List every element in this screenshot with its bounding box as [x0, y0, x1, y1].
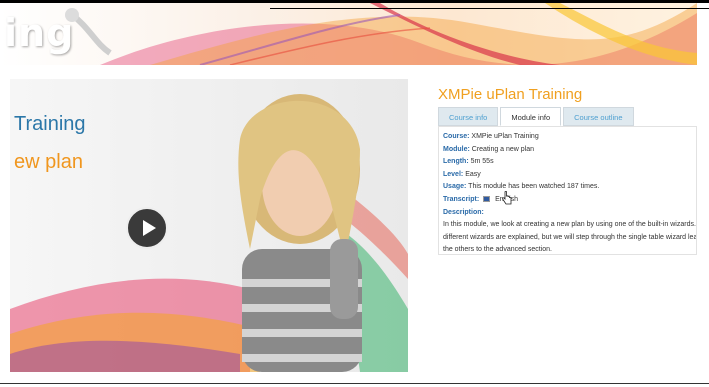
description-text: In this module, we look at creating a ne…	[443, 221, 697, 254]
banner-swirl-art	[65, 3, 697, 65]
level-label: Level:	[443, 170, 464, 178]
tab-module-info[interactable]: Module info	[500, 107, 562, 126]
hand-cursor-icon	[502, 191, 512, 205]
level-row: Level: Easy	[443, 169, 692, 182]
module-label: Module:	[443, 145, 470, 153]
banner-title: ing	[4, 11, 75, 55]
tab-course-outline[interactable]: Course outline	[563, 107, 634, 126]
video-player[interactable]: Training ew plan	[10, 79, 408, 372]
transcript-label: Transcript:	[443, 195, 480, 203]
course-value: XMPie uPlan Training	[471, 133, 539, 140]
usage-value: This module has been watched 187 times.	[468, 183, 600, 191]
length-row: Length: 5m 55s	[443, 156, 692, 169]
flag-icon	[483, 195, 491, 202]
length-value: 5m 55s	[470, 158, 494, 166]
video-title-line2: ew plan	[14, 151, 83, 173]
course-row: Course: XMPie uPlan Training	[443, 131, 692, 144]
bottom-border	[0, 383, 709, 384]
module-value: Creating a new plan	[471, 145, 535, 153]
info-tabs: Course info Module info Course outline	[438, 107, 636, 126]
header-banner: ing	[0, 3, 697, 65]
module-row: Module: Creating a new plan	[443, 144, 692, 157]
usage-row: Usage: This module has been watched 187 …	[443, 181, 692, 194]
description-row: Description:	[443, 207, 692, 220]
play-button[interactable]	[126, 207, 168, 249]
description-label: Description:	[443, 208, 484, 216]
course-title: XMPie uPlan Training	[438, 86, 583, 103]
course-label: Course:	[443, 133, 470, 140]
usage-label: Usage:	[443, 183, 467, 191]
video-title-line1: Training	[14, 113, 86, 135]
level-value: Easy	[465, 170, 481, 178]
tab-course-info[interactable]: Course info	[438, 107, 499, 126]
header-underline	[270, 8, 709, 9]
transcript-row: Transcript: English	[443, 194, 692, 207]
length-label: Length:	[443, 158, 469, 166]
module-info-panel: Course: XMPie uPlan Training Module: Cre…	[438, 126, 697, 255]
play-icon	[143, 220, 156, 236]
